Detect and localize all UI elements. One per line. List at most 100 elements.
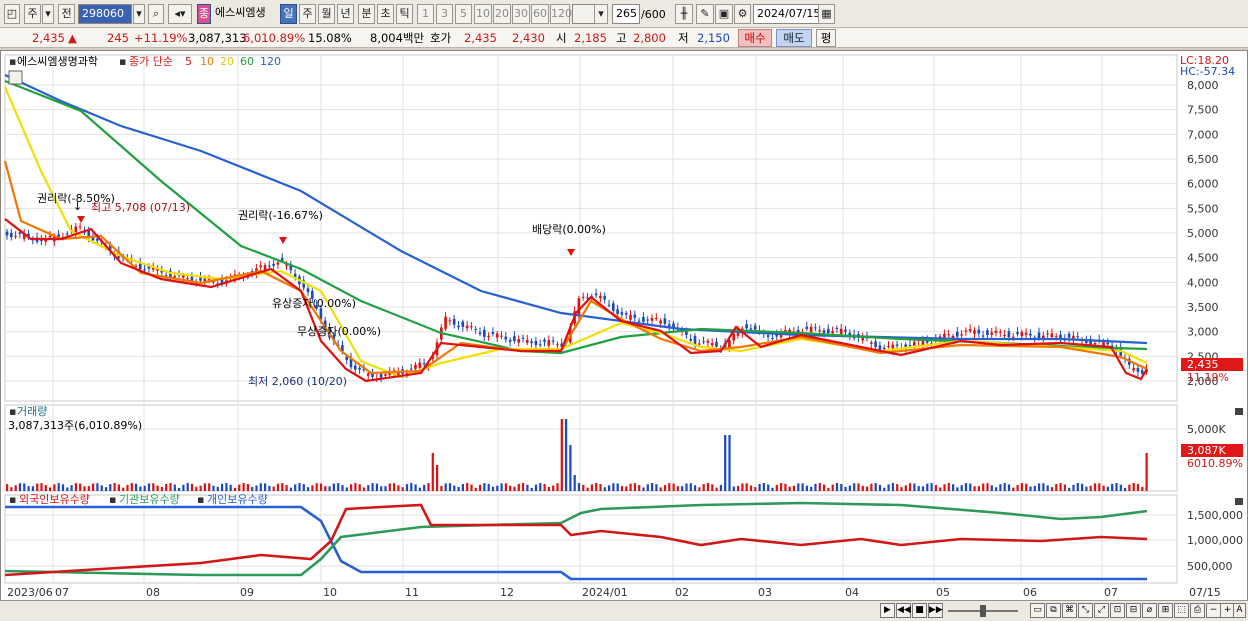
interval-dropdown-icon[interactable]: ▾ (594, 4, 608, 24)
volume-bar (173, 484, 176, 491)
tool-icon-6[interactable]: ⊡ (1110, 603, 1125, 618)
volume-bar (995, 487, 998, 491)
volume-bar (66, 487, 69, 491)
volume-bar (732, 486, 735, 491)
code-dropdown-icon[interactable]: ▾ (133, 4, 145, 24)
volume-bar (414, 484, 417, 491)
period-year[interactable]: 년 (337, 4, 354, 24)
candle-body (556, 344, 559, 346)
zoom-out-icon[interactable]: − (1206, 603, 1221, 618)
candle-body (5, 231, 9, 236)
holdings-close-icon[interactable] (1235, 498, 1243, 505)
tool-icon-2[interactable]: ⧉ (1046, 603, 1061, 618)
period-tick[interactable]: 틱 (396, 4, 413, 24)
tool-icon-3[interactable]: ⌘ (1062, 603, 1077, 618)
count-input[interactable]: 265 (612, 4, 640, 24)
tool-icon-5[interactable]: ⤢ (1094, 603, 1109, 618)
candle-body (603, 295, 606, 300)
candle-body (457, 325, 460, 328)
period-month[interactable]: 월 (318, 4, 335, 24)
rewind-icon[interactable]: ◀◀ (896, 603, 911, 618)
sell-button[interactable]: 매도 (776, 29, 812, 47)
panel-toggle-icon[interactable]: ◰ (4, 4, 20, 24)
candle-body (1050, 333, 1054, 338)
scope-select[interactable]: 전 (58, 4, 75, 24)
chart-scrollbar[interactable]: ▶ ◀◀ ■ ▶▶ ▭ ⧉ ⌘ ⤡ ⤢ ⊡ ⊟ ⌀ ⊞ ⬚ ⎙ − + A (0, 600, 1248, 621)
volume-bar (315, 483, 318, 491)
settings-gear-icon[interactable]: ⚙ (734, 4, 751, 24)
volume-bar (569, 445, 572, 491)
volume-bar (960, 485, 963, 491)
minute-3[interactable]: 3 (436, 4, 453, 24)
market-dropdown-icon[interactable]: ▾ (42, 4, 54, 24)
candle-body (805, 326, 809, 329)
period-week[interactable]: 주 (299, 4, 316, 24)
volume-bar (208, 483, 211, 491)
scroll-right-icon[interactable]: ▶ (880, 603, 895, 618)
text-tool-icon[interactable]: A (1233, 603, 1246, 618)
volume-bar (285, 484, 288, 491)
market-select[interactable]: 주 (24, 4, 41, 24)
chart-toggle-icon[interactable] (8, 70, 23, 85)
period-second[interactable]: 초 (377, 4, 394, 24)
period-minute[interactable]: 분 (358, 4, 375, 24)
volume-bar (913, 483, 916, 491)
minute-1[interactable]: 1 (417, 4, 434, 24)
eval-button[interactable]: 평 (816, 29, 836, 47)
volume-bar (1141, 486, 1144, 491)
svg-text:▪: ▪ (9, 55, 16, 68)
date-tick-label: 10 (323, 586, 337, 599)
volume-bar (375, 483, 378, 491)
volume-bar (397, 485, 400, 491)
minute-120[interactable]: 120 (550, 4, 572, 24)
tool-icon-9[interactable]: ⊞ (1158, 603, 1173, 618)
volume-bar (917, 486, 920, 491)
tool-icon-8[interactable]: ⌀ (1142, 603, 1157, 618)
volume-bar (23, 483, 26, 491)
candle-body (495, 333, 499, 338)
volume-bar (178, 487, 181, 491)
candle-body (732, 333, 735, 341)
volume-bar (1145, 453, 1148, 491)
search-icon[interactable]: ⌕ (148, 4, 164, 24)
volume-bar (268, 485, 271, 491)
tool-icon-7[interactable]: ⊟ (1126, 603, 1141, 618)
volume-bar (147, 483, 151, 491)
minute-30[interactable]: 30 (512, 4, 530, 24)
candle-type-icon[interactable]: ╫ (675, 4, 693, 24)
chart-area[interactable]: 8,000 7,500 7,000 6,500 6,000 5,500 5,000 4,500… (0, 50, 1248, 621)
buy-button[interactable]: 매수 (738, 29, 772, 47)
minute-5[interactable]: 5 (455, 4, 472, 24)
zoom-slider-handle[interactable] (980, 605, 986, 617)
calendar-icon[interactable]: ▦ (818, 4, 835, 24)
fast-forward-icon[interactable]: ▶▶ (928, 603, 943, 618)
minute-10[interactable]: 10 (474, 4, 492, 24)
stop-icon[interactable]: ■ (912, 603, 927, 618)
volume-bar (461, 483, 464, 491)
save-icon[interactable]: ▣ (715, 4, 733, 24)
volume-bar (474, 487, 477, 491)
candle-body (414, 364, 417, 369)
volume-bar (221, 483, 224, 491)
volume-bar (1059, 483, 1062, 491)
volume-bar (999, 484, 1002, 491)
draw-tool-icon[interactable]: ✎ (696, 4, 714, 24)
toolbar: ◰ 주 ▾ 전 298060 ▾ ⌕ ◂▾ 종 에스씨엠생 일 주 월 년 분 … (0, 0, 1248, 28)
minute-20[interactable]: 20 (493, 4, 511, 24)
volume-bar (801, 483, 804, 491)
volume-bar (324, 486, 327, 491)
volume-bar (689, 483, 692, 491)
volume-bar (870, 483, 873, 491)
minute-60[interactable]: 60 (531, 4, 549, 24)
quote-bar: 2,435 ▲ 245 +11.19% 3,087,313 6,010.89% … (0, 28, 1248, 48)
volume-close-icon[interactable] (1235, 408, 1243, 415)
tool-icon-1[interactable]: ▭ (1030, 603, 1045, 618)
tool-icon-10[interactable]: ⬚ (1174, 603, 1189, 618)
date-input[interactable]: 2024/07/15 (753, 4, 820, 24)
tool-icon-4[interactable]: ⤡ (1078, 603, 1093, 618)
period-day[interactable]: 일 (280, 4, 297, 24)
volume-bar (741, 483, 744, 491)
tool-icon-11[interactable]: ⎙ (1190, 603, 1205, 618)
speaker-icon[interactable]: ◂▾ (168, 4, 192, 24)
stock-code-input[interactable]: 298060 (78, 4, 132, 24)
